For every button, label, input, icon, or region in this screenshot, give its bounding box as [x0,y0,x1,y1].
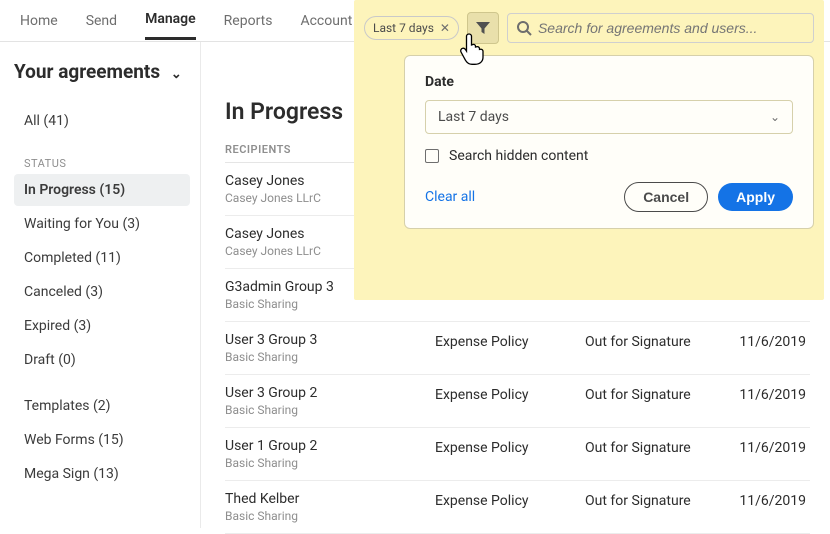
nav-send[interactable]: Send [86,3,117,39]
agreement-title: Expense Policy [435,332,585,350]
clear-all-link[interactable]: Clear all [425,189,475,205]
table-row[interactable]: User 3 Group 2 Basic SharingExpense Polic… [225,375,810,428]
agreement-title: Expense Policy [435,385,585,403]
filter-button[interactable] [467,12,499,44]
nav-manage[interactable]: Manage [145,1,196,40]
search-hidden-checkbox[interactable] [425,149,439,163]
filter-popover: Date Last 7 days ⌄ Search hidden content… [404,55,814,229]
date-filter-label: Date [425,74,793,90]
recipient-sub: Basic Sharing [225,456,435,470]
search-field[interactable] [507,13,814,43]
filter-highlight-region: Last 7 days ✕ Date Last 7 days ⌄ Search … [354,0,824,300]
sidebar-item-in-progress[interactable]: In Progress (15) [14,174,190,206]
agreement-date: 11/6/2019 [725,332,810,350]
agreement-date: 11/6/2019 [725,385,810,403]
sidebar-item-megasign[interactable]: Mega Sign (13) [14,458,190,490]
recipient-name: User 3 Group 3 [225,332,435,348]
nav-reports[interactable]: Reports [224,3,273,39]
sidebar-status-label: STATUS [14,151,190,172]
sidebar-title[interactable]: Your agreements ⌄ [14,60,190,83]
filter-chip-label: Last 7 days [373,21,434,35]
recipient-name: User 3 Group 2 [225,385,435,401]
agreement-status: Out for Signature [585,438,725,456]
table-row[interactable]: Thed Kelber Basic SharingExpense PolicyOu… [225,481,810,534]
recipient-name: User 1 Group 2 [225,438,435,454]
sidebar-title-text: Your agreements [14,60,160,83]
search-input[interactable] [538,20,805,36]
recipient-name: Thed Kelber [225,491,435,507]
agreement-title: Expense Policy [435,438,585,456]
sidebar-item-canceled[interactable]: Canceled (3) [14,276,190,308]
table-row[interactable]: User 1 Group 2 Basic SharingExpense Polic… [225,428,810,481]
nav-account[interactable]: Account [300,3,352,39]
agreement-title: Expense Policy [435,491,585,509]
date-filter-select[interactable]: Last 7 days ⌄ [425,100,793,134]
funnel-icon [475,20,491,36]
agreement-date: 11/6/2019 [725,491,810,509]
cancel-button[interactable]: Cancel [624,182,708,212]
sidebar-item-waiting[interactable]: Waiting for You (3) [14,208,190,240]
sidebar-item-expired[interactable]: Expired (3) [14,310,190,342]
search-icon [516,20,532,36]
date-filter-value: Last 7 days [438,109,509,125]
search-hidden-label: Search hidden content [449,148,588,164]
sidebar: Your agreements ⌄ All (41) STATUS In Pro… [0,42,200,528]
close-icon[interactable]: ✕ [440,21,450,35]
recipient-sub: Basic Sharing [225,403,435,417]
chevron-down-icon: ⌄ [770,110,780,124]
agreement-date: 11/6/2019 [725,438,810,456]
apply-button[interactable]: Apply [718,183,793,211]
agreement-status: Out for Signature [585,491,725,509]
agreement-status: Out for Signature [585,332,725,350]
sidebar-item-webforms[interactable]: Web Forms (15) [14,424,190,456]
sidebar-item-completed[interactable]: Completed (11) [14,242,190,274]
sidebar-item-all[interactable]: All (41) [14,105,190,137]
nav-home[interactable]: Home [20,3,58,39]
table-row[interactable]: User 3 Group 3 Basic SharingExpense Polic… [225,322,810,375]
recipient-sub: Basic Sharing [225,509,435,523]
chevron-down-icon: ⌄ [171,67,182,82]
filter-chip-last-7-days[interactable]: Last 7 days ✕ [364,16,459,40]
search-bar: Last 7 days ✕ [364,12,814,44]
sidebar-item-draft[interactable]: Draft (0) [14,344,190,376]
agreement-status: Out for Signature [585,385,725,403]
sidebar-item-templates[interactable]: Templates (2) [14,390,190,422]
recipient-sub: Basic Sharing [225,350,435,364]
